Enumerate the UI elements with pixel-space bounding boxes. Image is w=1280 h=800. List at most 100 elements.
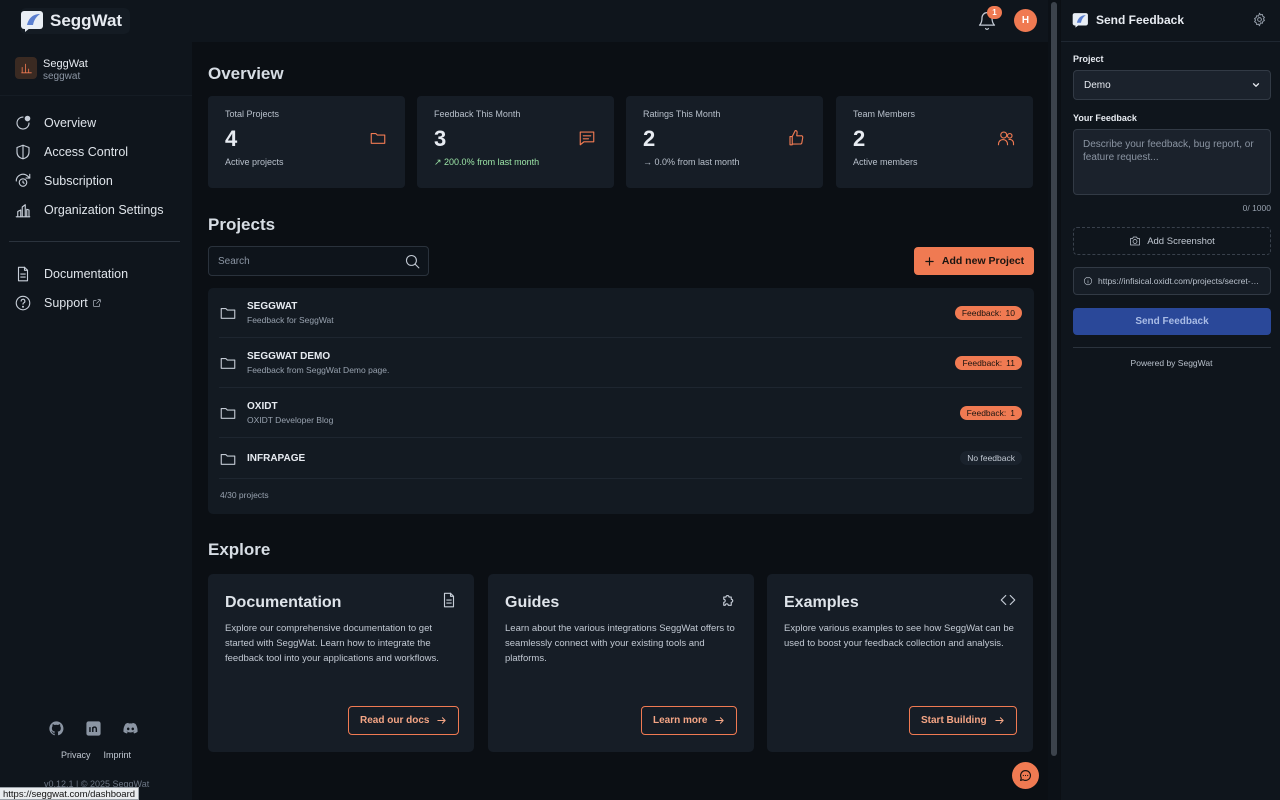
github-link[interactable] [48,720,65,737]
camera-icon [1130,236,1141,246]
feedback-chat-button[interactable] [1012,762,1039,789]
search-icon[interactable] [404,253,421,270]
explore-card-guides: Guides Learn about the various integrati… [488,574,754,752]
subscription-icon [15,173,31,187]
building-icon [15,204,31,218]
footer-links: Privacy Imprint [61,750,131,760]
button-label: Learn more [653,715,708,726]
project-description: Feedback from SeggWat Demo page. [247,365,390,375]
folder-icon [220,357,236,369]
org-avatar [15,57,37,79]
project-row-oxidt[interactable]: OXIDT OXIDT Developer Blog Feedback: 1 [219,388,1022,438]
app-logo[interactable]: SeggWat [20,8,131,34]
feedback-badge: Feedback: 10 [954,306,1022,320]
page-url: https://infisical.oxidt.com/projects/sec… [1098,276,1261,286]
card-title: Documentation [225,594,342,611]
button-label: Start Building [921,715,987,726]
folder-icon [220,307,236,319]
stat-card-team-members: Team Members 2 Active members [836,96,1033,188]
org-name: SeggWat [43,58,88,70]
seggwat-logo-icon [21,11,43,32]
feedback-label: Your Feedback [1073,113,1137,123]
project-description: Feedback for SeggWat [247,315,334,325]
chat-icon [1020,770,1031,781]
linkedin-link[interactable] [85,720,102,737]
sidebar-item-documentation[interactable]: Documentation [14,263,184,285]
project-description: OXIDT Developer Blog [247,415,334,425]
stat-value: 3 [434,126,447,151]
status-bar-url: https://seggwat.com/dashboard [0,787,140,800]
main-scrollbar[interactable] [1048,0,1060,800]
org-switcher[interactable]: SeggWat seggwat [0,42,192,96]
folder-icon [220,453,236,465]
add-screenshot-button[interactable]: Add Screenshot [1073,227,1271,255]
project-select[interactable]: Demo [1073,70,1271,100]
gear-icon[interactable] [1252,12,1267,27]
stat-sub: ↗ 200.0% from last month [434,157,540,167]
user-avatar[interactable]: H [1014,9,1037,32]
stat-sub: → 0.0% from last month [643,157,740,167]
project-row-seggwat[interactable]: SEGGWAT Feedback for SeggWat Feedback: 10 [219,288,1022,338]
info-icon [1083,276,1093,286]
feedback-textarea[interactable] [1073,129,1271,195]
sidebar-item-label: Organization Settings [44,203,164,217]
read-docs-button[interactable]: Read our docs [348,706,460,735]
feedback-panel-header: Send Feedback [1061,0,1280,42]
project-count: 4/30 projects [220,490,269,500]
stat-card-feedback-this-month: Feedback This Month 3 ↗ 200.0% from last… [417,96,614,188]
notification-badge: 1 [987,6,1002,19]
learn-more-button[interactable]: Learn more [641,706,738,735]
top-bar: SeggWat 1 H [0,0,1048,42]
card-description: Explore various examples to see how Segg… [784,623,1014,649]
stat-value: 4 [225,126,238,151]
privacy-link[interactable]: Privacy [61,750,91,760]
sidebar-item-organization-settings[interactable]: Organization Settings [14,199,184,221]
imprint-link[interactable]: Imprint [104,750,132,760]
stat-sub: Active members [853,157,918,167]
folder-icon [220,407,236,419]
stat-card-total-projects: Total Projects 4 Active projects [208,96,405,188]
stat-value: 2 [853,126,866,151]
overview-title: Overview [208,64,284,83]
sidebar-item-overview[interactable]: Overview [14,112,184,134]
project-name: SEGGWAT DEMO [247,351,331,362]
arrow-right-icon [437,717,447,724]
folder-icon [370,132,386,144]
project-name: SEGGWAT [247,301,298,312]
project-row-infrapage[interactable]: INFRAPAGE No feedback [219,438,1022,479]
arrow-right-icon [994,717,1004,724]
sidebar-item-subscription[interactable]: Subscription [14,170,184,192]
explore-card-examples: Examples Explore various examples to see… [767,574,1033,752]
project-select-value: Demo [1084,79,1111,91]
projects-title: Projects [208,215,276,234]
thumbs-up-icon [789,129,804,146]
card-title: Guides [505,594,560,611]
no-feedback-badge: No feedback [960,451,1022,465]
app-name: SeggWat [50,11,123,30]
search-input[interactable] [209,247,399,275]
stat-label: Team Members [853,109,916,119]
add-project-label: Add new Project [941,255,1025,267]
add-project-button[interactable]: Add new Project [914,247,1034,275]
scrollbar-thumb[interactable] [1051,2,1057,756]
sidebar-item-access-control[interactable]: Access Control [14,141,184,163]
social-links [48,720,139,737]
sidebar-item-support[interactable]: Support [14,292,184,314]
discord-link[interactable] [122,720,139,737]
plus-icon [925,256,934,266]
feedback-panel: Send Feedback Project Demo Your Feedback… [1061,0,1280,800]
document-icon [443,592,455,608]
main-content: Overview Total Projects 4 Active project… [192,42,1048,800]
linkedin-icon [86,721,101,736]
external-link-icon [93,299,101,307]
shield-icon [16,144,30,160]
sidebar-divider [9,241,180,242]
org-slug: seggwat [43,71,81,82]
send-feedback-button[interactable]: Send Feedback [1073,308,1271,335]
project-row-seggwat-demo[interactable]: SEGGWAT DEMO Feedback from SeggWat Demo … [219,338,1022,388]
explore-card-documentation: Documentation Explore our comprehensive … [208,574,474,752]
stat-label: Ratings This Month [643,109,721,119]
feedback-badge: Feedback: 1 [959,406,1022,420]
start-building-button[interactable]: Start Building [909,706,1017,735]
chart-icon [20,63,32,73]
